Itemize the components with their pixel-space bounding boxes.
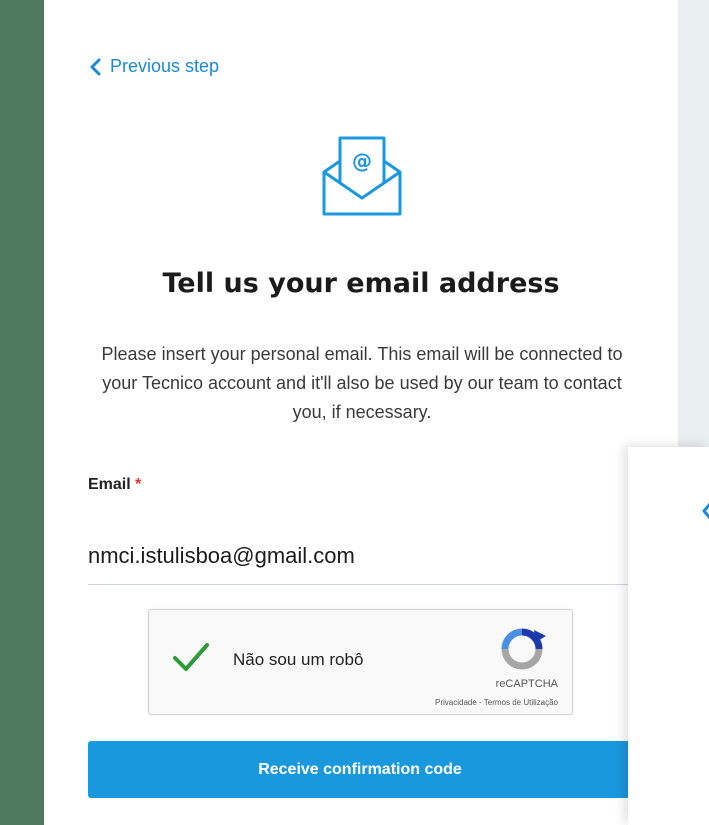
previous-step-label: Previous step	[110, 56, 220, 76]
overlapping-card	[628, 447, 709, 825]
checkmark-icon[interactable]	[171, 640, 211, 676]
email-label-text: Email	[88, 476, 131, 493]
page-title: Tell us your email address	[162, 268, 560, 299]
email-field[interactable]	[88, 528, 632, 585]
intro-text: Please insert your personal email. This …	[101, 344, 623, 422]
chevron-left-icon	[90, 58, 101, 75]
recaptcha-logo-icon	[501, 628, 546, 670]
recaptcha-widget: Não sou um robô reCAPTCHA Privacidade - …	[148, 609, 573, 715]
required-mark: *	[135, 476, 142, 493]
recaptcha-terms-link[interactable]: Privacidade - Termos de Utilização	[435, 698, 558, 707]
chevron-left-icon[interactable]	[702, 502, 709, 520]
email-envelope-icon: @	[322, 136, 402, 216]
previous-step-link[interactable]: Previous step	[88, 56, 219, 77]
recaptcha-brand: reCAPTCHA	[495, 678, 558, 690]
receive-code-button[interactable]: Receive confirmation code	[88, 741, 632, 798]
email-label: Email *	[88, 476, 141, 494]
captcha-label: Não sou um robô	[233, 650, 364, 669]
svg-text:@: @	[352, 149, 372, 173]
